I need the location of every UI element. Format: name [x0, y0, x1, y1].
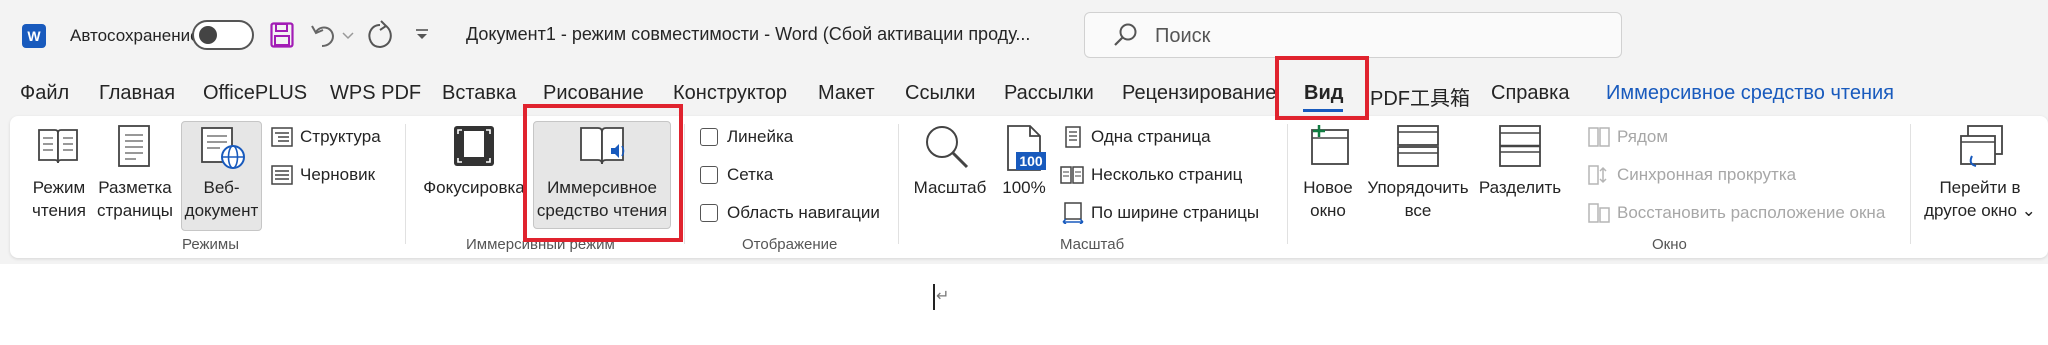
read-mode-button[interactable]: Режим чтения [22, 176, 96, 222]
focus-icon [454, 126, 494, 166]
tab-file[interactable]: Файл [20, 82, 69, 105]
arrange-all-icon [1397, 125, 1439, 167]
focus-button[interactable]: Фокусировка [418, 176, 530, 199]
zoom-100-label: 100% [1002, 178, 1046, 197]
tab-references[interactable]: Ссылки [905, 82, 975, 105]
group-label-show: Отображение [742, 236, 838, 253]
arrange-all-label: Упорядочить все [1367, 178, 1469, 220]
draft-icon [271, 165, 293, 185]
toggle-knob [199, 26, 217, 44]
switch-windows-icon [1960, 125, 2003, 167]
outline-button[interactable]: Структура [300, 127, 381, 147]
redo-icon[interactable] [366, 20, 394, 50]
group-divider [684, 124, 685, 244]
view-tab-highlight [1275, 56, 1369, 120]
search-box[interactable]: Поиск [1084, 12, 1622, 58]
tab-layout[interactable]: Макет [818, 82, 875, 105]
arrange-all-button[interactable]: Упорядочить все [1366, 176, 1470, 222]
word-logo-icon: W [22, 24, 46, 48]
new-window-button[interactable]: Новое окно [1296, 176, 1360, 222]
new-window-icon [1311, 125, 1349, 165]
multiple-pages-button[interactable]: Несколько страниц [1091, 165, 1242, 185]
tab-pdf-toolbox[interactable]: PDF工具箱 [1370, 82, 1470, 111]
draft-button[interactable]: Черновик [300, 165, 375, 185]
print-layout-button[interactable]: Разметка страницы [94, 176, 176, 222]
group-divider [898, 124, 899, 244]
ruler-checkbox[interactable] [700, 128, 718, 146]
switch-windows-button[interactable]: Перейти в другое окно ⌄ [1918, 176, 2042, 222]
gridlines-label: Сетка [727, 165, 774, 184]
page-width-button[interactable]: По ширине страницы [1091, 203, 1259, 223]
group-divider [405, 124, 406, 244]
reset-window-position-icon [1588, 203, 1610, 223]
zoom-label: Масштаб [913, 178, 987, 197]
read-mode-icon [38, 129, 78, 164]
group-divider [1287, 124, 1288, 244]
ruler-label: Линейка [727, 127, 794, 146]
zoom-button[interactable]: Масштаб [910, 176, 990, 199]
autosave-toggle[interactable] [192, 20, 254, 50]
title-bar: W Автосохранение Документ1 - режим совме… [0, 0, 2048, 70]
tab-design[interactable]: Конструктор [673, 82, 787, 105]
side-by-side-icon [1588, 127, 1610, 147]
focus-label: Фокусировка [423, 178, 525, 197]
split-icon [1499, 125, 1541, 167]
print-layout-label: Разметка страницы [96, 178, 174, 220]
tab-immersive-reader[interactable]: Иммерсивное средство чтения [1606, 82, 1894, 105]
zoom-100-badge: 100 [1019, 153, 1043, 169]
undo-dropdown-icon[interactable] [342, 32, 354, 40]
reset-window-position-button[interactable]: Восстановить расположение окна [1617, 203, 1885, 223]
group-divider [1910, 124, 1911, 244]
search-icon [1114, 23, 1137, 46]
document-title: Документ1 - режим совместимости - Word (… [466, 24, 1031, 44]
zoom-100-button[interactable]: 100% [994, 176, 1054, 199]
group-label-modes: Режимы [182, 236, 240, 253]
group-label-window: Окно [1652, 236, 1687, 253]
navigation-pane-label: Область навигации [727, 203, 880, 222]
switch-windows-label: Перейти в другое окно ⌄ [1924, 178, 2036, 220]
print-layout-icon [118, 125, 150, 167]
save-icon[interactable] [270, 22, 294, 48]
read-mode-label: Режим чтения [32, 178, 86, 220]
navigation-pane-checkbox[interactable] [700, 204, 718, 222]
customize-quick-access-icon[interactable] [414, 28, 430, 42]
tab-mailings[interactable]: Рассылки [1004, 82, 1094, 105]
autosave-label: Автосохранение [70, 26, 200, 45]
tab-insert[interactable]: Вставка [442, 82, 516, 105]
one-page-button[interactable]: Одна страница [1091, 127, 1211, 147]
web-layout-icon [201, 127, 245, 169]
sync-scroll-icon [1588, 165, 1607, 185]
page-width-icon [1062, 202, 1084, 224]
web-layout-label-wrap: Веб- документ [181, 176, 262, 222]
tab-draw[interactable]: Рисование [543, 82, 644, 105]
gridlines-checkbox[interactable] [700, 166, 718, 184]
outline-icon [271, 127, 293, 147]
text-cursor [933, 284, 935, 310]
web-layout-label: Веб- документ [184, 178, 259, 220]
tab-home[interactable]: Главная [99, 82, 175, 105]
split-label: Разделить [1478, 178, 1562, 197]
zoom-icon [926, 126, 969, 169]
sync-scroll-button[interactable]: Синхронная прокрутка [1617, 165, 1796, 185]
document-canvas[interactable] [0, 264, 2048, 345]
split-button[interactable]: Разделить [1476, 176, 1564, 199]
side-by-side-button[interactable]: Рядом [1617, 127, 1668, 147]
group-label-zoom: Масштаб [1060, 236, 1125, 253]
undo-icon[interactable] [310, 22, 338, 48]
tab-help[interactable]: Справка [1491, 82, 1569, 105]
multiple-pages-icon [1060, 166, 1084, 184]
tab-review[interactable]: Рецензирование [1122, 82, 1276, 105]
new-window-label: Новое окно [1303, 178, 1353, 220]
immersive-reader-highlight [523, 104, 683, 242]
one-page-icon [1065, 126, 1081, 148]
tab-officeplus[interactable]: OfficePLUS [203, 82, 307, 105]
search-placeholder: Поиск [1155, 25, 1211, 47]
tab-wps-pdf[interactable]: WPS PDF [330, 82, 421, 105]
paragraph-mark: ↵ [936, 288, 950, 305]
